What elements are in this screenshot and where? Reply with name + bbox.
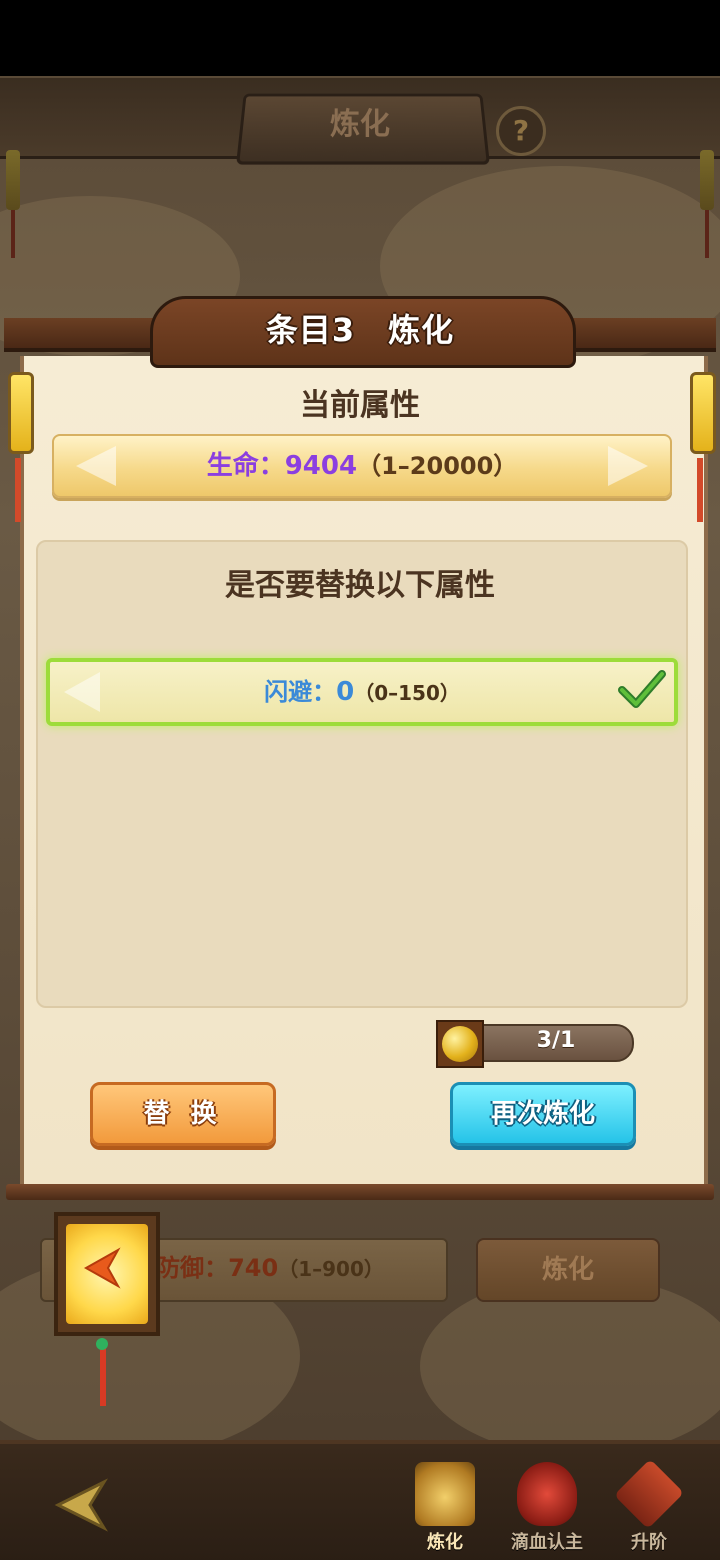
back-lantern-button[interactable] [54,1212,160,1336]
replace-button[interactable]: 替 换 [90,1082,276,1146]
left-hanging-lantern [6,150,20,258]
offer-option-row[interactable]: 闪避：0（0–150） [46,658,678,726]
modal-right-tassel [697,458,703,522]
modal-header: 条目3 炼化 [4,286,716,368]
modal-bottom-bar [6,1184,714,1200]
nav-upgrade[interactable]: 升阶 [604,1458,694,1556]
background-stat-value: 740 [228,1254,279,1282]
refine-cost: 3/1 [436,1020,634,1068]
gold-coin-icon [442,1026,478,1062]
background-stat-name: 防御： [156,1254,229,1282]
modal-title: 条目3 炼化 [265,311,455,349]
current-stat-value: 9404 [284,451,358,481]
background-stat-range: （1–900） [278,1257,384,1281]
offer-panel [36,540,688,1008]
background-refine-button: 炼化 [476,1238,660,1302]
help-button[interactable]: ? [496,106,546,156]
screen-title: 炼化 [330,107,390,142]
blood-drop-icon [517,1462,577,1526]
nav-back-arrow-icon[interactable] [44,1476,114,1534]
back-arrow-icon [83,1247,121,1289]
refine-cauldron-icon [415,1462,475,1526]
right-hanging-lantern [700,150,714,258]
modal-left-tassel [15,458,21,522]
nav-refine-label: 炼化 [427,1532,463,1553]
nav-blood-bind-label: 滴血认主 [511,1532,583,1553]
nav-refine[interactable]: 炼化 [400,1462,490,1556]
lantern-knot [96,1338,108,1350]
offer-stat-name: 闪避： [264,678,337,706]
current-attributes-label: 当前属性 [300,388,420,423]
nav-blood-bind[interactable]: 滴血认主 [502,1462,592,1556]
refine-cost-count: 3/1 [536,1028,576,1053]
current-stat-range: （1–20000） [357,452,518,480]
upgrade-icon [613,1458,685,1530]
offer-stat-range: （0–150） [354,681,460,705]
offer-question-label: 是否要替换以下属性 [225,568,495,603]
current-stat-bar: 生命：9404（1–20000） [52,434,672,498]
status-strip [0,0,720,76]
current-stat-name: 生命： [206,451,285,481]
nav-upgrade-label: 升阶 [631,1532,667,1553]
refine-again-button[interactable]: 再次炼化 [450,1082,636,1146]
checkmark-icon [618,670,666,708]
offer-stat-value: 0 [336,677,355,707]
